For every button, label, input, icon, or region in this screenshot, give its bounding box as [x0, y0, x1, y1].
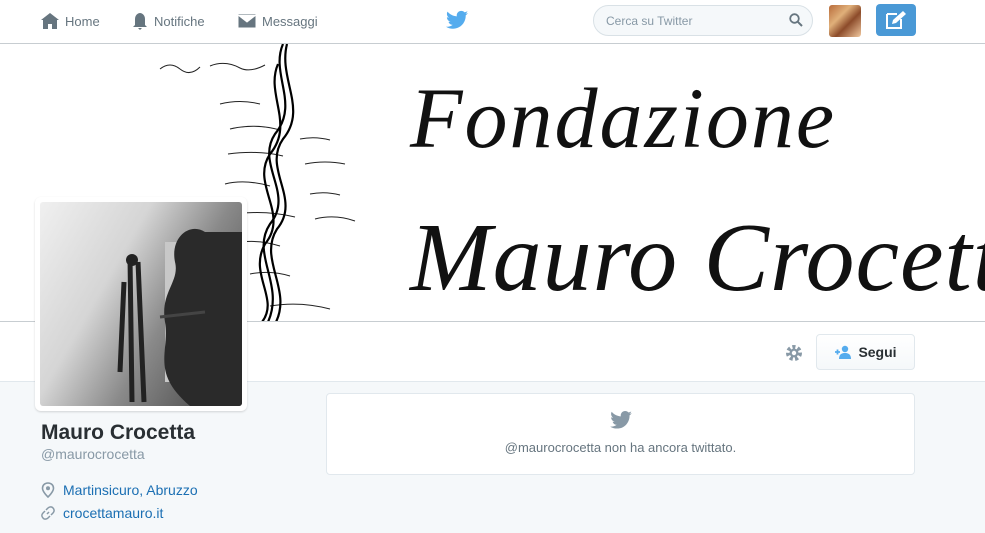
banner-title-line1: Fondazione	[410, 70, 837, 166]
add-user-icon	[835, 345, 852, 359]
compose-tweet-button[interactable]	[876, 4, 916, 36]
link-icon	[41, 506, 55, 520]
nav-notifications[interactable]: Notifiche	[131, 10, 205, 32]
nav-messages-label: Messaggi	[262, 13, 318, 29]
profile-website: crocettamauro.it	[41, 505, 163, 521]
nav-home-label: Home	[65, 13, 100, 29]
twitter-bird-icon	[610, 411, 632, 429]
profile-location-text[interactable]: Martinsicuro, Abruzzo	[63, 482, 198, 498]
profile-name: Mauro Crocetta	[41, 421, 196, 444]
profile-location: Martinsicuro, Abruzzo	[41, 482, 198, 498]
home-icon	[41, 13, 59, 29]
location-pin-icon	[41, 482, 55, 498]
nav-messages[interactable]: Messaggi	[237, 10, 318, 32]
follow-button-label: Segui	[858, 344, 897, 360]
empty-timeline-card: @maurocrocetta non ha ancora twittato.	[326, 393, 915, 475]
search-placeholder: Cerca su Twitter	[606, 13, 693, 28]
account-avatar[interactable]	[829, 5, 861, 37]
empty-timeline-message: @maurocrocetta non ha ancora twittato.	[504, 440, 737, 455]
profile-photo[interactable]	[35, 197, 247, 411]
twitter-bird-icon[interactable]	[446, 10, 468, 30]
bell-icon	[133, 13, 147, 30]
search-input[interactable]: Cerca su Twitter	[593, 5, 813, 36]
profile-photo-image	[40, 202, 242, 406]
nav-notifications-label: Notifiche	[154, 13, 205, 29]
sculptor-figure-image	[117, 228, 242, 406]
follow-button[interactable]: Segui	[816, 334, 915, 370]
profile-handle: @maurocrocetta	[41, 446, 145, 462]
search-icon[interactable]	[789, 13, 803, 27]
top-navigation-bar: Home Notifiche Messaggi Cerca su Twitter	[0, 0, 985, 44]
compose-icon	[886, 11, 906, 29]
envelope-icon	[237, 13, 257, 29]
banner-title-line2: Mauro Crocetta	[410, 204, 985, 312]
gear-icon[interactable]	[784, 343, 804, 363]
profile-website-link[interactable]: crocettamauro.it	[63, 505, 163, 521]
nav-home[interactable]: Home	[40, 10, 100, 32]
